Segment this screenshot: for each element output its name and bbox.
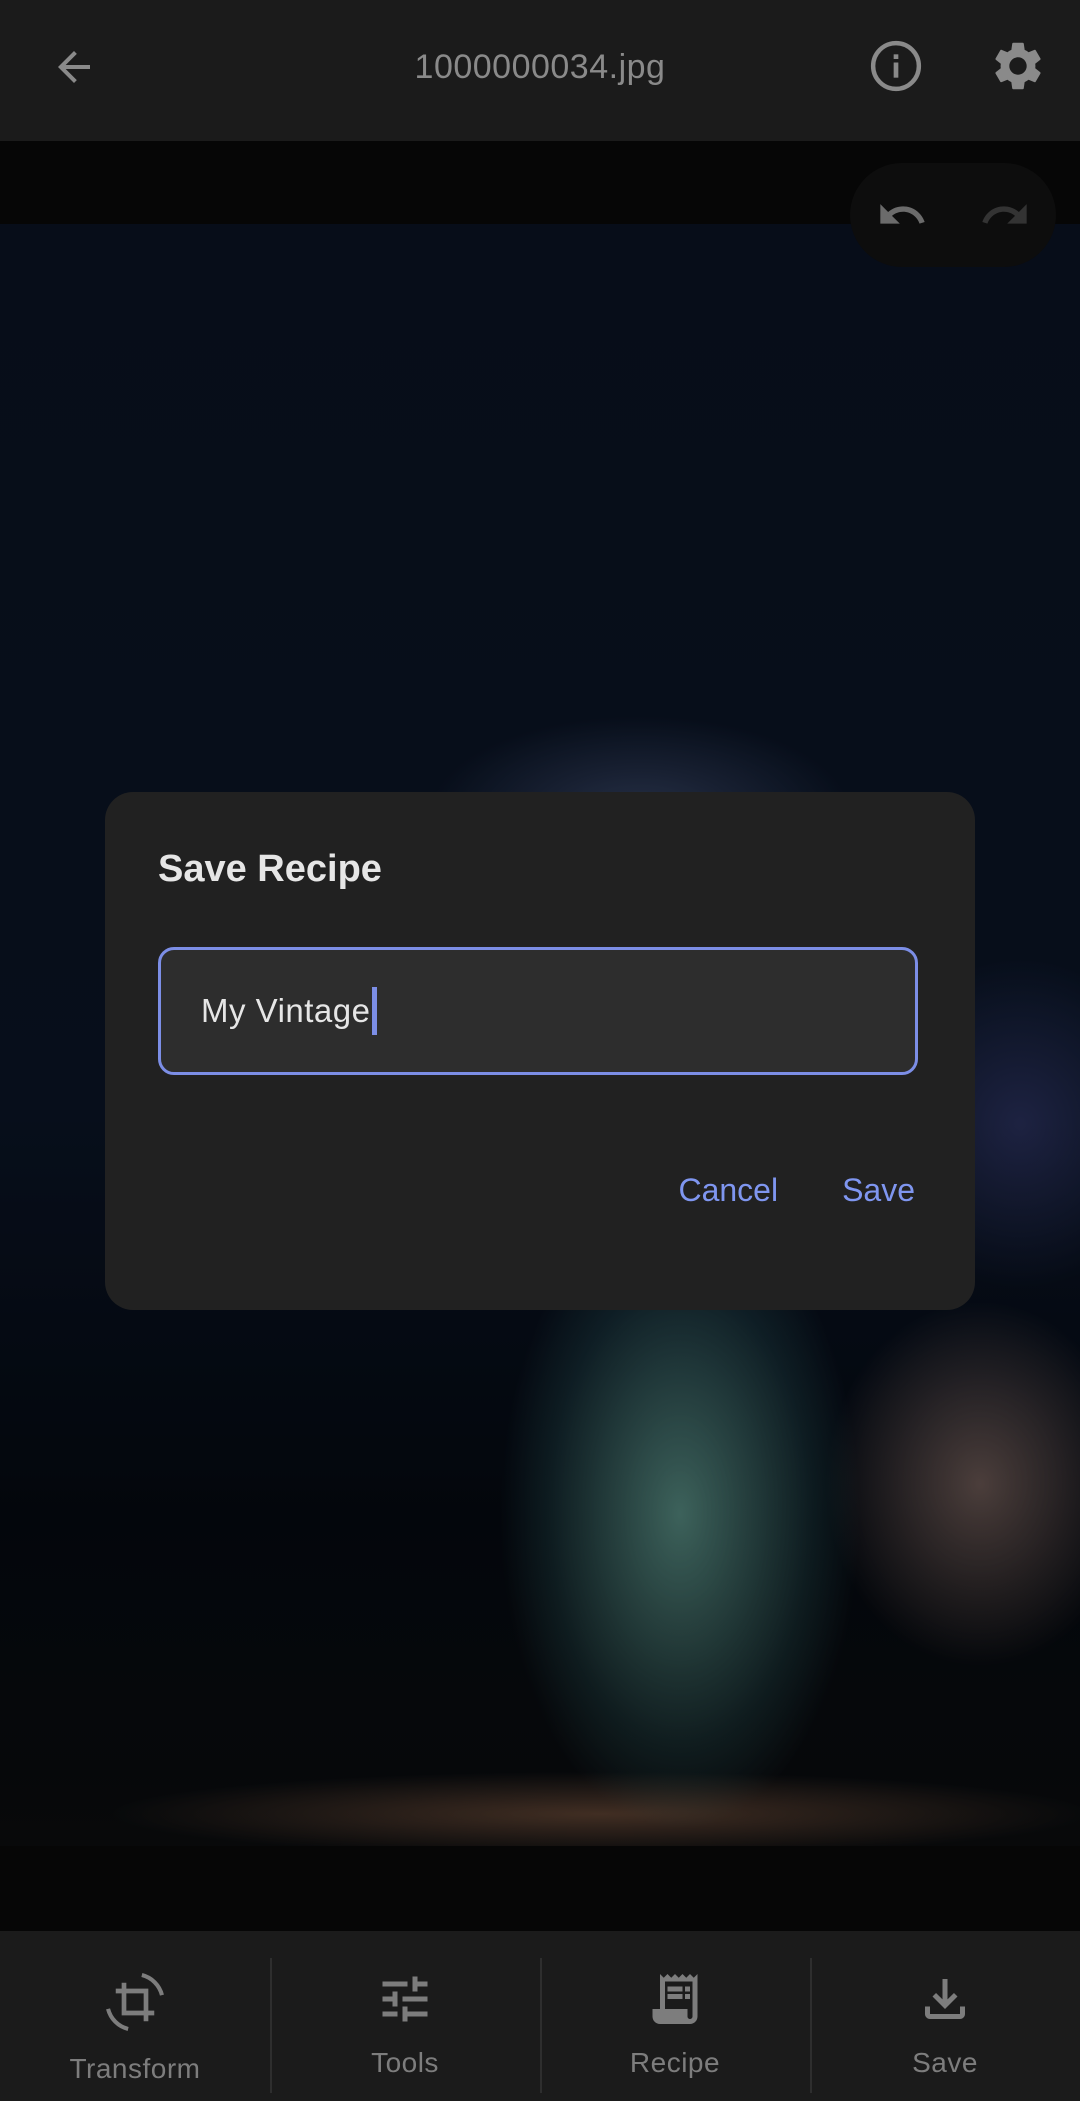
nav-label: Save [912,2047,978,2078]
undo-icon[interactable] [876,189,928,241]
nav-recipe[interactable]: Recipe [540,1931,810,2101]
recipe-name-value: My Vintage [201,992,371,1029]
download-icon [925,1979,965,2019]
save-button[interactable]: Save [842,1172,915,1209]
nav-tools[interactable]: Tools [270,1931,540,2101]
nav-transform[interactable]: Transform [0,1931,270,2101]
text-cursor [372,987,378,1035]
gear-icon [995,42,1041,90]
tune-sliders-icon [382,1976,428,2022]
crop-rotate-icon [106,1973,164,2031]
nav-save[interactable]: Save [810,1931,1080,2101]
settings-button[interactable] [980,28,1056,104]
receipt-icon [652,1974,698,2024]
top-app-bar: 1000000034.jpg [0,0,1080,141]
dialog-title: Save Recipe [158,848,382,890]
redo-icon[interactable] [979,189,1031,241]
nav-label: Recipe [629,2047,721,2078]
nav-label: Transform [69,2053,201,2084]
info-button[interactable] [858,28,934,104]
recipe-name-input[interactable]: My Vintage [158,947,918,1075]
bottom-navigation: Transform Tools Recipe Save [0,1931,1080,2101]
history-controls [850,163,1056,267]
save-recipe-dialog: Save Recipe My Vintage Cancel Save [105,792,975,1310]
info-icon [870,40,922,92]
dialog-actions: Cancel Save [678,1172,915,1209]
nav-label: Tools [371,2047,439,2078]
cancel-button[interactable]: Cancel [678,1172,778,1209]
